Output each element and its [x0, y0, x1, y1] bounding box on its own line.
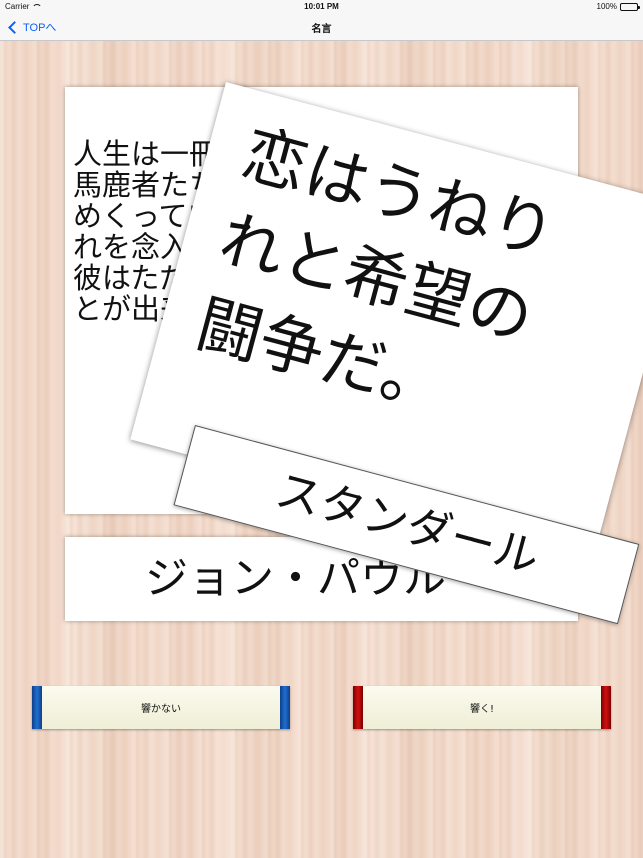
- battery-icon: [620, 2, 640, 11]
- button-edge-left: [353, 686, 363, 729]
- button-edge-left: [32, 686, 42, 729]
- button-edge-right: [601, 686, 611, 729]
- battery-indicator: 100%: [596, 2, 640, 11]
- status-time: 10:01 PM: [304, 2, 339, 11]
- page-title: 名言: [311, 24, 332, 35]
- status-bar: Carrier 10:01 PM 100%: [0, 0, 643, 14]
- resonate-label: 響く!: [469, 704, 494, 715]
- not-resonate-button[interactable]: 響かない: [32, 686, 290, 729]
- navigation-bar: TOPへ 名言: [0, 14, 643, 41]
- not-resonate-label: 響かない: [141, 704, 181, 715]
- resonate-button[interactable]: 響く!: [353, 686, 611, 729]
- battery-percent: 100%: [596, 2, 617, 11]
- button-edge-right: [280, 686, 290, 729]
